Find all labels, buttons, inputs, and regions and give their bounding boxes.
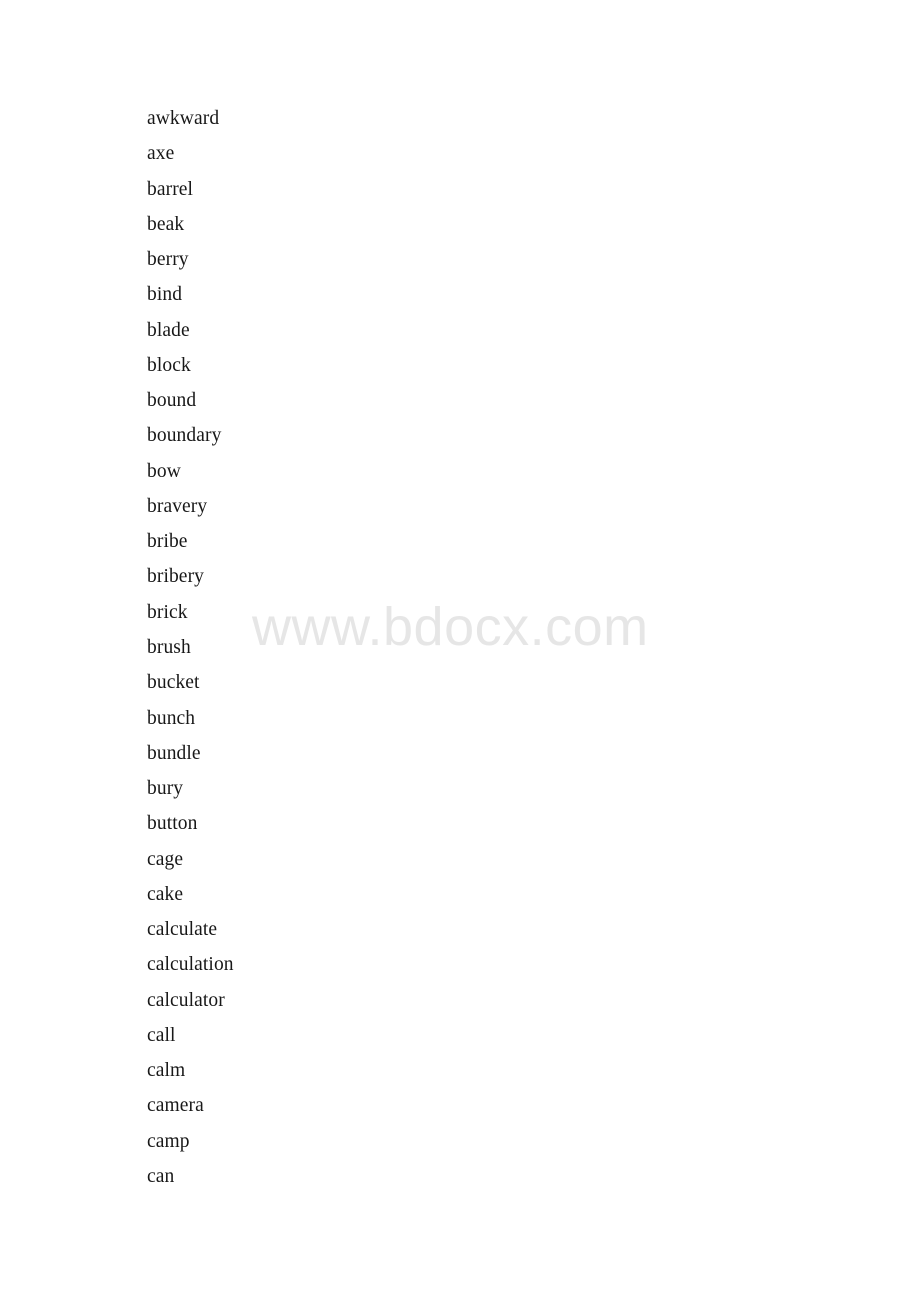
word-list-item: bury [147, 778, 184, 800]
word-list-item: bribery [147, 566, 205, 588]
word-list-item: camera [147, 1095, 204, 1117]
word-list-item: bind [147, 284, 183, 306]
word-list-item: beak [147, 213, 185, 235]
word-list-item: camp [147, 1130, 190, 1152]
word-list-item: calculation [147, 954, 234, 976]
word-list-item: berry [147, 249, 189, 271]
word-list-item: bundle [147, 742, 201, 764]
word-list-item: blade [147, 319, 190, 341]
word-list-item: cake [147, 883, 184, 905]
word-list-item: cage [147, 848, 184, 870]
word-list-item: axe [147, 143, 175, 165]
word-list-item: bow [147, 460, 181, 482]
word-list-item: brick [147, 601, 188, 623]
word-list-item: calm [147, 1060, 186, 1082]
word-list-item: bribe [147, 531, 188, 553]
word-list-item: brush [147, 636, 191, 658]
word-list-item: bravery [147, 495, 208, 517]
word-list-item: bunch [147, 707, 196, 729]
vocabulary-word-list: awkward axe barrel beak berry bind blade block b… [147, 108, 847, 1201]
word-list-item: boundary [147, 425, 222, 447]
word-list-item: can [147, 1165, 175, 1187]
word-list-item: block [147, 354, 191, 376]
word-list-item: calculator [147, 989, 225, 1011]
word-list-item: bound [147, 390, 197, 412]
word-list-item: barrel [147, 178, 194, 200]
word-list-item: awkward [147, 108, 220, 129]
word-list-item: bucket [147, 672, 200, 694]
word-list-item: call [147, 1024, 176, 1046]
word-list-item: button [147, 813, 198, 835]
word-list-item: calculate [147, 919, 218, 941]
document-page: www.bdocx.com awkward axe barrel beak berry b… [0, 0, 920, 1302]
